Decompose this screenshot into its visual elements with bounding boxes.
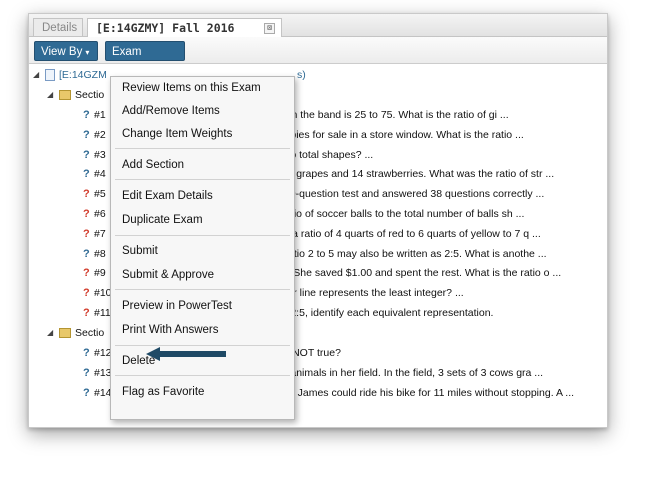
question-mark-icon: ? <box>83 347 90 359</box>
tree-root-suffix: s) <box>297 69 306 81</box>
menu-item-flag-favorite[interactable]: Flag as Favorite <box>122 384 204 400</box>
menu-divider <box>115 148 290 149</box>
tab-bar: Details [E:14GZMY] Fall 2016 Pretest ⊠ <box>29 14 607 53</box>
question-mark-icon: ? <box>83 287 90 300</box>
caret-down-icon: ▾ <box>85 48 90 57</box>
question-text: d 126 grapes and 14 strawberries. What w… <box>267 168 555 181</box>
menu-item-change-weights[interactable]: Change Item Weights <box>122 126 232 142</box>
question-text: int in a ratio of 4 quarts of red to 6 q… <box>267 227 541 240</box>
view-by-label: View By <box>41 46 83 58</box>
question-mark-icon: ? <box>83 366 90 379</box>
question-mark-icon: ? <box>83 188 90 201</box>
pointer-arrow-icon <box>146 347 226 361</box>
exam-window: Details [E:14GZMY] Fall 2016 Pretest ⊠ V… <box>28 13 608 428</box>
tree-root-label: [E:14GZM <box>59 69 107 81</box>
question-text: umber line represents the least integer?… <box>267 287 464 300</box>
collapse-arrow-icon[interactable]: ◢ <box>33 65 39 85</box>
question-text: ratio 2:5, identify each equivalent repr… <box>267 307 494 319</box>
question-number: #5 <box>94 188 106 201</box>
menu-item-submit[interactable]: Submit <box>122 243 158 259</box>
question-text: k a 50-question test and answered 38 que… <box>267 188 545 201</box>
menu-item-submit-approve[interactable]: Submit & Approve <box>122 267 214 283</box>
menu-item-review-items[interactable]: Review Items on this Exam <box>122 80 261 96</box>
question-number: #3 <box>94 148 106 161</box>
question-mark-icon: ? <box>83 267 90 280</box>
menu-item-duplicate-exam[interactable]: Duplicate Exam <box>122 212 203 228</box>
section-folder-icon <box>59 328 71 338</box>
question-number: #11 <box>94 307 111 319</box>
collapse-arrow-icon[interactable]: ◢ <box>47 323 53 343</box>
exam-document-icon <box>45 69 55 81</box>
question-mark-icon: ? <box>83 386 90 399</box>
question-mark-icon: ? <box>83 208 90 220</box>
question-mark-icon: ? <box>83 148 90 161</box>
question-number: #8 <box>94 247 106 260</box>
question-number: #9 <box>94 267 106 280</box>
question-number: #10 <box>94 287 112 300</box>
question-number: #1 <box>94 109 106 121</box>
menu-item-preview-powertest[interactable]: Preview in PowerTest <box>122 298 232 314</box>
question-number: #12 <box>94 347 112 359</box>
question-text: he ratio of soccer balls to the total nu… <box>267 208 525 220</box>
question-text: 5.00. She saved $1.00 and spent the rest… <box>267 267 562 280</box>
section-label: Sectio <box>75 89 105 101</box>
question-mark-icon: ? <box>83 168 90 181</box>
question-number: #4 <box>94 168 106 181</box>
menu-divider <box>115 289 290 290</box>
question-mark-icon: ? <box>83 247 90 260</box>
menu-item-edit-exam-details[interactable]: Edit Exam Details <box>122 188 213 204</box>
close-tab-icon[interactable]: ⊠ <box>264 23 275 34</box>
question-number: #7 <box>94 227 106 240</box>
question-mark-icon: ? <box>83 227 90 240</box>
collapse-arrow-icon[interactable]: ◢ <box>47 85 53 105</box>
view-by-button[interactable]: View By ▾ <box>34 41 98 61</box>
exam-menu-dropdown: Review Items on this Exam Add/Remove Ite… <box>110 76 295 420</box>
menu-divider <box>115 375 290 376</box>
menu-divider <box>115 345 290 346</box>
menu-item-add-section[interactable]: Add Section <box>122 157 184 173</box>
tab-exam[interactable]: [E:14GZMY] Fall 2016 Pretest ⊠ <box>87 18 282 53</box>
menu-item-add-remove-items[interactable]: Add/Remove Items <box>122 103 220 119</box>
question-number: #6 <box>94 208 106 220</box>
question-mark-icon: ? <box>83 109 90 121</box>
question-mark-icon: ? <box>83 307 90 319</box>
section-label: Sectio <box>75 327 105 339</box>
question-mark-icon: ? <box>83 128 90 141</box>
toolbar: View By ▾ Exam Menu ▾ <box>29 37 607 78</box>
tab-details[interactable]: Details <box>33 18 83 36</box>
question-text: teen animals in her field. In the field,… <box>267 366 544 379</box>
question-text: the ratio 2 to 5 may also be written as … <box>267 247 547 260</box>
question-text: girls in the band is 25 to 75. What is t… <box>267 109 509 121</box>
section-folder-icon <box>59 90 71 100</box>
question-number: #13 <box>94 366 112 379</box>
question-text: d 15 pies for sale in a store window. Wh… <box>267 128 524 141</box>
exam-menu-button[interactable]: Exam Menu ▾ <box>105 41 185 78</box>
menu-divider <box>115 179 290 180</box>
menu-item-print-with-answers[interactable]: Print With Answers <box>122 322 219 338</box>
question-number: #2 <box>94 128 106 141</box>
menu-divider <box>115 235 290 236</box>
